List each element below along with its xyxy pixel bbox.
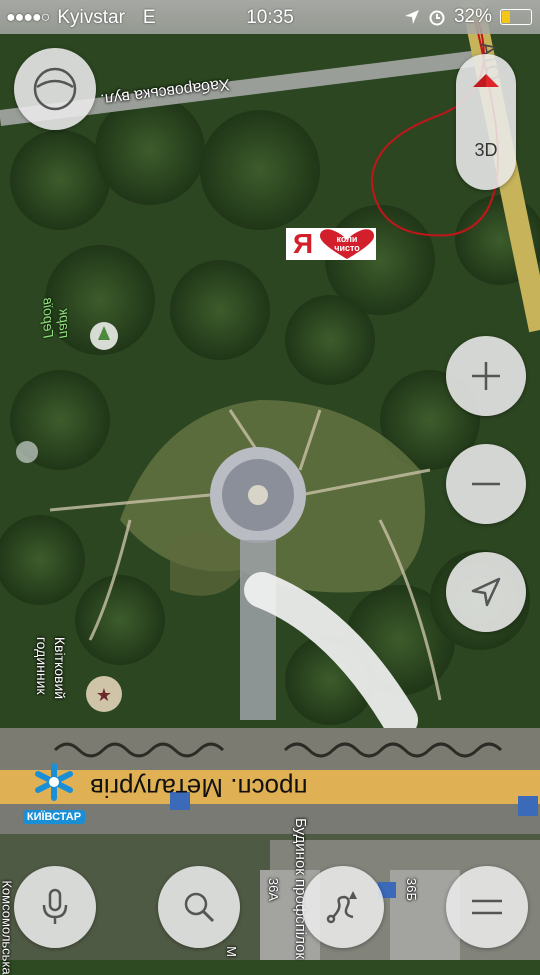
park-name-label: парк Героїв xyxy=(40,297,73,339)
route-icon xyxy=(326,891,357,924)
location-arrow-icon xyxy=(471,577,501,607)
star-logo-icon xyxy=(35,763,73,801)
minus-icon xyxy=(472,482,500,486)
compass-3d-control[interactable]: 3D xyxy=(456,54,516,190)
kyivstar-logo[interactable]: КИЇВСТАР xyxy=(18,762,90,825)
street-bottom-mid-label: М xyxy=(223,946,239,957)
zoom-in-button[interactable] xyxy=(446,336,526,416)
clean-city-sign: Я коли чисто xyxy=(286,228,376,260)
flower-clock-label: Квітковий годинник xyxy=(34,636,69,700)
battery-icon xyxy=(500,9,532,25)
street-bottom-left-label: Комсомольська xyxy=(0,880,15,975)
house-36a-label: 36А xyxy=(266,877,282,902)
3d-toggle[interactable]: 3D xyxy=(456,140,516,161)
microphone-icon xyxy=(42,888,68,924)
location-services-icon xyxy=(404,10,419,24)
battery-level xyxy=(502,11,510,23)
heart-icon: коли чисто xyxy=(318,228,376,260)
kyivstar-logo-text: КИЇВСТАР xyxy=(22,810,86,824)
compass-icon[interactable] xyxy=(471,72,501,102)
sign-letter: Я xyxy=(292,228,314,259)
menu-icon xyxy=(472,899,502,915)
route-button[interactable] xyxy=(302,866,384,948)
bus-stop-icon-right[interactable] xyxy=(518,796,538,816)
zoom-out-button[interactable] xyxy=(446,444,526,524)
house-36b-label: 36Б xyxy=(404,878,419,901)
voice-search-button[interactable] xyxy=(14,866,96,948)
menu-button[interactable] xyxy=(446,866,528,948)
avenue-label: просп. Металургів xyxy=(90,773,308,803)
search-icon xyxy=(184,892,215,923)
svg-text:★: ★ xyxy=(96,685,112,705)
globe-icon xyxy=(33,67,77,111)
layers-button[interactable] xyxy=(14,48,96,130)
sign-text: коли чисто xyxy=(334,234,360,253)
my-location-button[interactable] xyxy=(446,552,526,632)
battery-percent: 32% xyxy=(453,6,492,27)
alarm-icon xyxy=(429,10,445,26)
search-button[interactable] xyxy=(158,866,240,948)
status-bar: ●●●●○ Kyivstar E 10:35 32% xyxy=(0,0,540,34)
plus-icon xyxy=(472,362,500,390)
